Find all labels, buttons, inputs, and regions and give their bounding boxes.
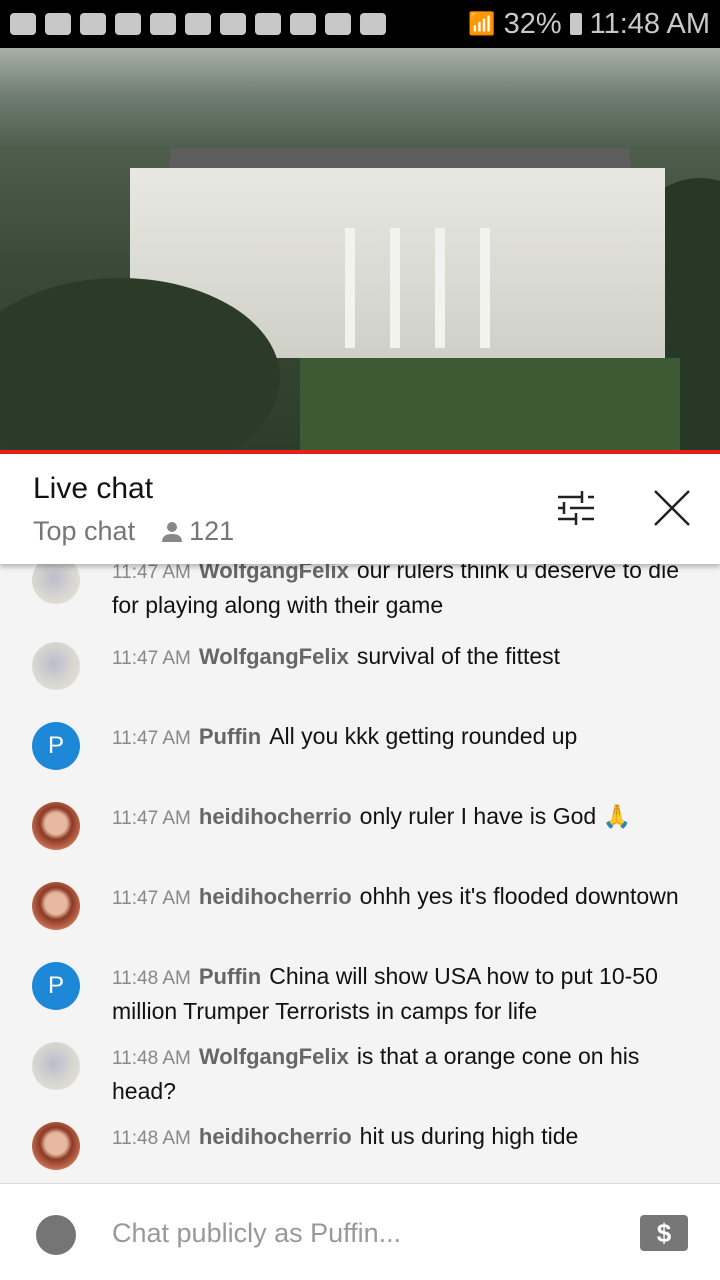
image-icon: [290, 13, 316, 35]
youtube-icon: [45, 13, 71, 35]
avatar[interactable]: [32, 642, 80, 690]
calendar-icon: [325, 13, 351, 35]
message-time: 11:48 AM: [112, 968, 191, 989]
message-author[interactable]: WolfgangFelix: [199, 1044, 349, 1069]
live-chat-title: Live chat: [33, 472, 154, 505]
wifi-icon: 📶: [468, 11, 496, 36]
message-time: 11:48 AM: [112, 1128, 191, 1149]
chat-mode-dropdown[interactable]: Top chat: [33, 516, 135, 547]
battery-icon: [569, 13, 582, 35]
message-time: 11:48 AM: [112, 1048, 191, 1069]
avatar[interactable]: [32, 1122, 80, 1170]
avatar[interactable]: P: [32, 722, 80, 770]
avatar[interactable]: [32, 1042, 80, 1090]
chat-messages[interactable]: 11:47 AM WolfgangFelix our rulers think u …: [0, 540, 720, 1183]
message-text: China will show USA how to put 10-50 mil…: [112, 963, 658, 1024]
message-time: 11:47 AM: [112, 888, 191, 909]
message-time: 11:47 AM: [112, 562, 191, 583]
emoji-icon[interactable]: [36, 1215, 76, 1255]
message-time: 11:47 AM: [112, 728, 191, 749]
message-icon: [10, 13, 36, 35]
message-text: ohhh yes it's flooded downtown: [359, 883, 679, 909]
message-author[interactable]: heidihocherrio: [199, 804, 352, 829]
message-author[interactable]: WolfgangFelix: [199, 644, 349, 669]
video-player[interactable]: [0, 48, 720, 450]
message-text: our rulers think u deserve to die for pl…: [112, 557, 679, 618]
message-text: hit us during high tide: [359, 1123, 579, 1149]
person-icon: [162, 521, 183, 542]
live-chat-header: Live chat Top chat 121: [0, 454, 720, 564]
avatar-initial: P: [47, 732, 64, 759]
close-icon[interactable]: [648, 484, 696, 532]
youtube-icon: [80, 13, 106, 35]
clock: 11:48 AM: [589, 7, 710, 40]
message-author[interactable]: Puffin: [199, 964, 261, 989]
avatar[interactable]: P: [32, 962, 80, 1010]
crown-icon: [150, 13, 176, 35]
play-store-icon: [360, 13, 386, 35]
chat-input[interactable]: Chat publicly as Puffin...: [112, 1218, 401, 1249]
battery-percent: 32%: [503, 7, 562, 40]
message-time: 11:47 AM: [112, 648, 191, 669]
video-scene-lawn: [300, 358, 680, 450]
message-text: is that a orange cone on his head?: [112, 1043, 640, 1104]
crown-icon: [185, 13, 211, 35]
status-bar: 📶 32% 11:48 AM: [0, 0, 720, 48]
super-chat-button[interactable]: $: [640, 1215, 688, 1251]
youtube-icon: [115, 13, 141, 35]
message-author[interactable]: Puffin: [199, 724, 261, 749]
message-text: survival of the fittest: [356, 643, 561, 669]
message-time: 11:47 AM: [112, 808, 191, 829]
avatar-initial: P: [47, 972, 64, 999]
filter-settings-icon[interactable]: [552, 484, 600, 532]
viewer-count: 121: [189, 516, 235, 546]
warning-icon: [255, 13, 281, 35]
message-author[interactable]: heidihocherrio: [199, 1124, 352, 1149]
chat-input-bar: Chat publicly as Puffin... $: [0, 1183, 720, 1280]
avatar[interactable]: [32, 882, 80, 930]
message-text: only ruler I have is God 🙏: [359, 803, 632, 829]
folder-icon: [220, 13, 246, 35]
avatar[interactable]: [32, 802, 80, 850]
message-text: All you kkk getting rounded up: [269, 723, 578, 749]
message-author[interactable]: heidihocherrio: [199, 884, 352, 909]
